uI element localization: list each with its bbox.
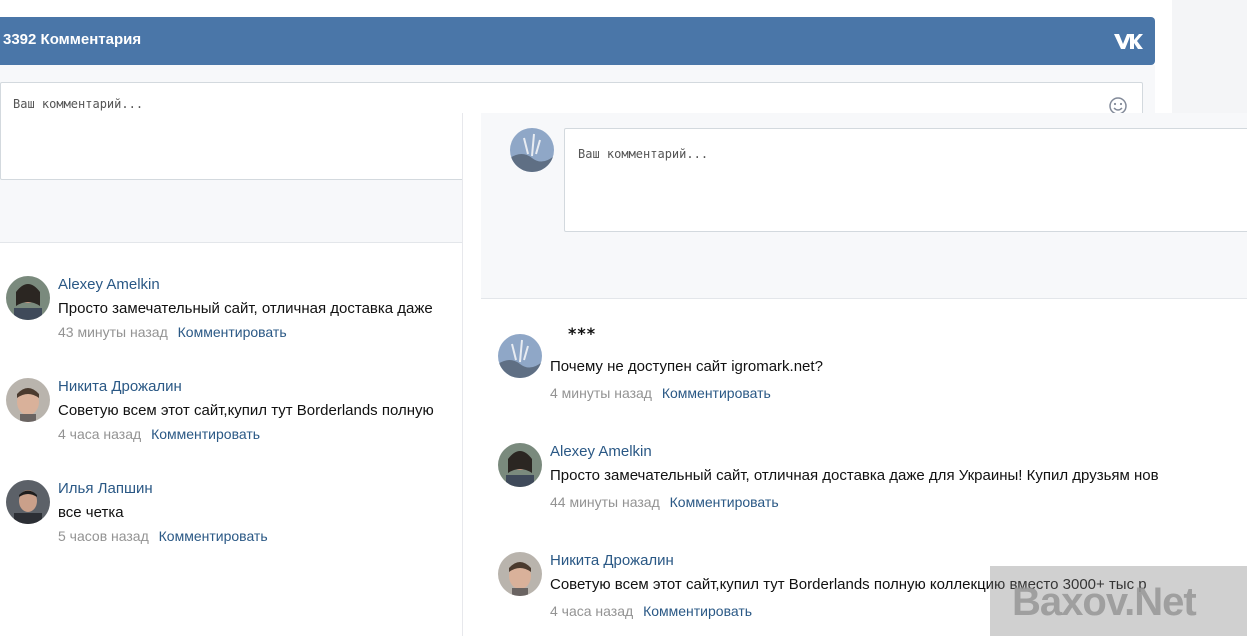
comment-meta: 4 минуты назад Комментировать	[550, 385, 771, 401]
comment-meta: 4 часа назад Комментировать	[550, 603, 752, 619]
comment-author[interactable]: Никита Дрожалин	[58, 378, 182, 395]
comment-time[interactable]: 4 часа назад	[550, 603, 633, 619]
comment-text: Просто замечательный сайт, отличная дост…	[550, 467, 1159, 484]
reply-link[interactable]: Комментировать	[159, 528, 268, 544]
comment-input-placeholder: Ваш комментарий...	[13, 97, 144, 111]
comment-input[interactable]: Ваш комментарий...	[564, 128, 1247, 232]
avatar[interactable]	[498, 443, 542, 487]
comment-meta: 4 часа назад Комментировать	[58, 426, 260, 442]
comment-input-placeholder: Ваш комментарий...	[578, 147, 709, 161]
comment-time[interactable]: 43 минуты назад	[58, 324, 168, 340]
comment-meta: 43 минуты назад Комментировать	[58, 324, 287, 340]
comment-time[interactable]: 5 часов назад	[58, 528, 149, 544]
avatar[interactable]	[498, 334, 542, 378]
comments-widget-front: Ваш комментарий... *** Почему не доступе…	[463, 113, 1247, 636]
comment-text: Советую всем этот сайт,купил тут Borderl…	[58, 402, 434, 419]
watermark: Baxov.Net	[990, 566, 1247, 636]
comment-author[interactable]: Alexey Amelkin	[550, 443, 652, 460]
comment-time[interactable]: 44 минуты назад	[550, 494, 660, 510]
comment-author[interactable]: Alexey Amelkin	[58, 276, 160, 293]
comment-meta: 44 минуты назад Комментировать	[550, 494, 779, 510]
avatar[interactable]	[6, 276, 50, 320]
reply-link[interactable]: Комментировать	[178, 324, 287, 340]
avatar[interactable]	[6, 378, 50, 422]
comment-author[interactable]: Илья Лапшин	[58, 480, 153, 497]
comment-form-area: Ваш комментарий...	[481, 113, 1247, 299]
comments-header: 3392 Комментария	[0, 17, 1155, 65]
reply-link[interactable]: Комментировать	[151, 426, 260, 442]
comment-author[interactable]: ***	[568, 324, 596, 343]
comment-author[interactable]: Никита Дрожалин	[550, 552, 674, 569]
avatar[interactable]	[498, 552, 542, 596]
reply-link[interactable]: Комментировать	[643, 603, 752, 619]
avatar[interactable]	[6, 480, 50, 524]
comment-text: Просто замечательный сайт, отличная дост…	[58, 300, 433, 317]
vk-logo-icon[interactable]	[1113, 30, 1143, 52]
comment-time[interactable]: 4 минуты назад	[550, 385, 652, 401]
reply-link[interactable]: Комментировать	[662, 385, 771, 401]
comment-time[interactable]: 4 часа назад	[58, 426, 141, 442]
reply-link[interactable]: Комментировать	[670, 494, 779, 510]
comment-text: Почему не доступен сайт igromark.net?	[550, 358, 823, 375]
comment-meta: 5 часов назад Комментировать	[58, 528, 268, 544]
watermark-text: Baxov.Net	[1012, 580, 1197, 624]
comments-count-title: 3392 Комментария	[3, 31, 142, 48]
comment-text: все четка	[58, 504, 124, 521]
current-user-avatar[interactable]	[510, 128, 554, 172]
